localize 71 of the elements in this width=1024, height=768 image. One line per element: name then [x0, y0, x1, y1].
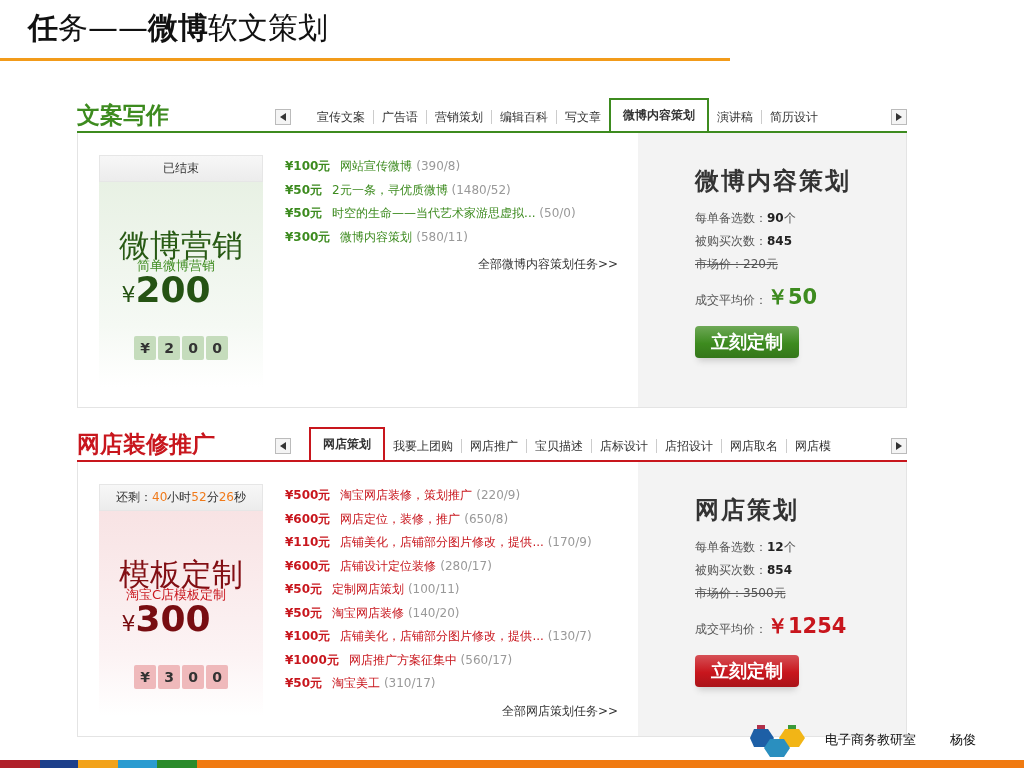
all-tasks-link[interactable]: 全部网店策划任务>> [285, 701, 638, 720]
right-arrow-icon [896, 442, 902, 450]
category-tab[interactable]: 网店取名 [721, 439, 786, 453]
average-price: 成交平均价：￥50 [695, 284, 819, 311]
price-digit: 3 [158, 665, 180, 689]
category-tab[interactable]: 广告语 [373, 110, 426, 124]
footer-author: 杨俊 [950, 731, 976, 749]
category-tab[interactable]: 演讲稿 [709, 110, 761, 124]
price-digit: 0 [182, 665, 204, 689]
task-item[interactable]: ¥1000元 网店推广方案征集中 (560/17) [285, 648, 638, 672]
task-item[interactable]: ¥50元 定制网店策划 (100/11) [285, 578, 638, 602]
category-tab[interactable]: 微博内容策划 [609, 98, 709, 131]
left-arrow-icon [280, 442, 286, 450]
task-item[interactable]: ¥600元 网店定位，装修，推广 (650/8) [285, 507, 638, 531]
detail-stat: 市场价：3500元 [695, 585, 787, 602]
task-item[interactable]: ¥600元 店铺设计定位装修 (280/17) [285, 554, 638, 578]
price-digit: 0 [206, 665, 228, 689]
detail-title: 微博内容策划 [695, 166, 852, 197]
section-heading: 网店装修推广 [77, 433, 216, 459]
task-item[interactable]: ¥100元 网站宣传微博 (390/8) [285, 155, 638, 179]
task-item[interactable]: ¥500元 淘宝网店装修，策划推广 (220/9) [285, 484, 638, 508]
banner-title: 微博营销 [119, 230, 243, 261]
scroll-left-button[interactable] [275, 438, 291, 454]
detail-stat: 被购买次数：854 [695, 562, 794, 579]
detail-stat: 每单备选数：90个 [695, 210, 797, 227]
task-item[interactable]: ¥110元 店铺美化，店铺部分图片修改，提供... (170/9) [285, 531, 638, 555]
banner-title: 模板定制 [119, 559, 243, 590]
category-tab[interactable]: 营销策划 [426, 110, 491, 124]
task-item[interactable]: ¥50元 时空的生命——当代艺术家游思虚拟... (50/0) [285, 202, 638, 226]
price-digit: 0 [182, 336, 204, 360]
promo-status: 还剩：40小时52分26秒 [99, 484, 263, 511]
detail-stat: 每单备选数：12个 [695, 539, 797, 556]
left-arrow-icon [280, 113, 286, 121]
scroll-right-button[interactable] [891, 109, 907, 125]
footer-org: 电子商务教研室 [825, 731, 916, 749]
category-tab[interactable]: 网店策划 [309, 427, 385, 460]
task-item[interactable]: ¥50元 2元一条，寻优质微博 (1480/52) [285, 178, 638, 202]
category-tab[interactable]: 网店模 [786, 439, 839, 453]
task-item[interactable]: ¥50元 淘宝美工 (310/17) [285, 672, 638, 696]
promo-status: 已结束 [99, 155, 263, 182]
scroll-left-button[interactable] [275, 109, 291, 125]
detail-stat: 被购买次数：845 [695, 233, 794, 250]
average-price: 成交平均价：￥1254 [695, 613, 848, 640]
customize-button[interactable]: 立刻定制 [695, 654, 799, 687]
task-item[interactable]: ¥100元 店铺美化，店铺部分图片修改，提供... (130/7) [285, 625, 638, 649]
all-tasks-link[interactable]: 全部微博内容策划任务>> [285, 255, 638, 273]
price-digit: ¥ [134, 336, 156, 360]
category-tab[interactable]: 店招设计 [656, 439, 721, 453]
right-arrow-icon [896, 113, 902, 121]
category-tab[interactable]: 宣传文案 [309, 110, 373, 124]
detail-stat: 市场价：220元 [695, 256, 779, 273]
slide-title: 任务——微博软文策划 [26, 9, 329, 47]
banner-subtitle: 简单微博营销 [137, 259, 215, 272]
category-tab[interactable]: 宝贝描述 [526, 439, 591, 453]
banner-price: ¥200 [121, 272, 211, 308]
category-tab[interactable]: 我要上团购 [385, 439, 461, 453]
task-item[interactable]: ¥300元 微博内容策划 (580/11) [285, 225, 638, 249]
category-tab[interactable]: 简历设计 [761, 110, 826, 124]
price-digit: 2 [158, 336, 180, 360]
category-tab[interactable]: 网店推广 [461, 439, 526, 453]
banner-price: ¥300 [121, 601, 211, 637]
detail-title: 网店策划 [695, 495, 800, 526]
scroll-right-button[interactable] [891, 438, 907, 454]
task-item[interactable]: ¥50元 淘宝网店装修 (140/20) [285, 601, 638, 625]
price-digit: 0 [206, 336, 228, 360]
customize-button[interactable]: 立刻定制 [695, 325, 799, 358]
category-tab[interactable]: 编辑百科 [491, 110, 556, 124]
banner-subtitle: 淘宝C店模板定制 [125, 588, 227, 601]
category-tab[interactable]: 店标设计 [591, 439, 656, 453]
price-digit: ¥ [134, 665, 156, 689]
section-heading: 文案写作 [77, 104, 170, 130]
